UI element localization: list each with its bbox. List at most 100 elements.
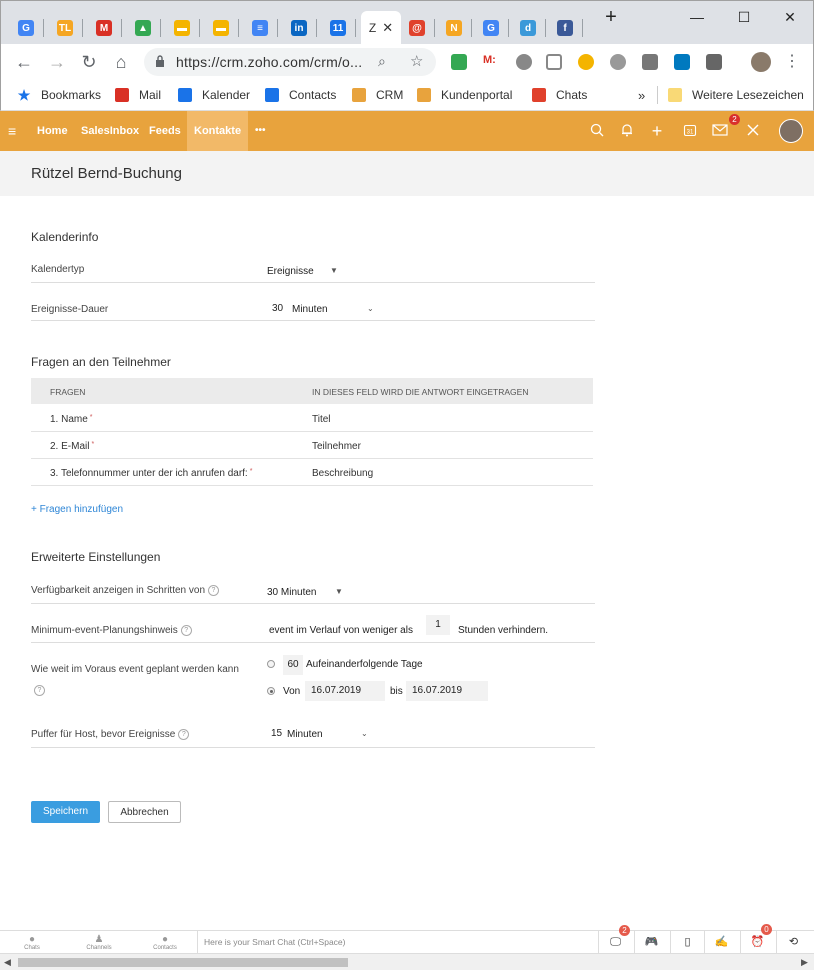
col-antwort: IN DIESES FELD WIRD DIE ANTWORT EINGETRA… [312, 387, 529, 397]
nav-home[interactable]: Home [37, 111, 68, 151]
help-icon[interactable]: ? [178, 729, 190, 740]
browser-tab[interactable]: M [86, 11, 122, 45]
bookmark-kundenportal[interactable]: Kundenportal [417, 86, 512, 104]
maximize-icon[interactable]: ☐ [734, 7, 754, 27]
planung-hours-input[interactable]: 1 [426, 615, 450, 635]
chats-tab[interactable]: ● Chats [17, 934, 47, 951]
hamburger-menu-icon[interactable]: ≡ [8, 111, 16, 151]
browser-tab[interactable]: @ [399, 11, 435, 45]
horizontal-scrollbar[interactable]: ◀ ▶ [0, 953, 814, 970]
home-icon[interactable]: ⌂ [109, 50, 133, 74]
dauer-input[interactable]: 30 [272, 303, 283, 314]
google-drive-ext-icon[interactable] [451, 54, 467, 70]
browser-tab[interactable]: G [8, 11, 44, 45]
nav-feeds[interactable]: Feeds [149, 111, 181, 151]
help-icon[interactable]: ? [208, 585, 219, 596]
add-plus-icon[interactable]: + [649, 122, 665, 140]
m-ext-icon[interactable]: M: [483, 54, 499, 70]
dauer-unit-select[interactable]: Minuten ⌄ [290, 300, 380, 318]
table-row[interactable]: 3. Telefonnummer unter der ich anrufen d… [31, 459, 593, 486]
note-icon[interactable]: ▯ [670, 931, 704, 954]
handshake-icon[interactable]: ✍ [704, 931, 738, 954]
browser-tab[interactable]: N [436, 11, 472, 45]
browser-tab[interactable]: in [281, 11, 317, 45]
minimize-icon[interactable]: — [687, 7, 707, 27]
skype-ext-icon[interactable] [610, 54, 626, 70]
puffer-unit-select[interactable]: Minuten ⌄ [285, 725, 375, 743]
browser-tab[interactable]: TL [47, 11, 83, 45]
table-row[interactable]: 2. E-Mail * Teilnehmer [31, 432, 593, 459]
address-bar[interactable]: https://crm.zoho.com/crm/o... ⌕ ☆ [144, 48, 436, 76]
puffer-input[interactable]: 15 [271, 728, 282, 739]
kalendertyp-select[interactable]: Ereignisse ▼ [265, 262, 345, 280]
help-icon[interactable]: ? [180, 625, 192, 636]
trello-ext-icon[interactable] [674, 54, 690, 70]
bell-icon[interactable] [619, 123, 635, 139]
contacts-tab[interactable]: ● Contacts [150, 934, 180, 951]
browser-tab[interactable]: ▬ [203, 11, 239, 45]
more-bookmarks-chevron-icon[interactable]: » [638, 86, 645, 104]
schritte-select[interactable]: 30 Minuten ▼ [265, 583, 355, 601]
bookmark-chats[interactable]: Chats [532, 86, 587, 104]
handshake-icon [352, 88, 366, 102]
save-button[interactable]: Speichern [31, 801, 100, 823]
bis-date-input[interactable]: 16.07.2019 [406, 681, 488, 701]
scroll-right-arrow-icon[interactable]: ▶ [801, 957, 808, 968]
bookmark-star-icon[interactable]: ☆ [410, 52, 423, 70]
close-tab-icon[interactable]: ✕ [382, 20, 393, 36]
chrome-ext-icon[interactable] [578, 54, 594, 70]
bookmark-bookmarks[interactable]: ★ Bookmarks [17, 86, 101, 104]
von-date-input[interactable]: 16.07.2019 [305, 681, 385, 701]
browser-tab[interactable]: d [510, 11, 546, 45]
divider [31, 747, 595, 748]
layout-ext-icon[interactable] [546, 54, 562, 70]
help-icon[interactable]: ? [34, 685, 45, 697]
search-icon[interactable] [589, 123, 605, 139]
nav-salesinbox[interactable]: SalesInbox [81, 111, 139, 151]
back-arrow-icon[interactable]: ← [12, 50, 36, 74]
bookmark-mail[interactable]: Mail [115, 86, 161, 104]
smart-chat-input[interactable]: Here is your Smart Chat (Ctrl+Space) [197, 931, 597, 953]
calendar-icon[interactable]: 31 [682, 123, 698, 139]
history-icon[interactable]: ⟲ [776, 931, 810, 954]
bookmark-kalender[interactable]: Kalender [178, 86, 250, 104]
browser-tab[interactable]: ▬ [164, 11, 200, 45]
gamepad-icon[interactable]: 🎮 [634, 931, 668, 954]
profile-avatar[interactable] [751, 52, 771, 72]
browser-tab[interactable]: G [473, 11, 509, 45]
tab-active[interactable]: Z ✕ [361, 11, 401, 45]
chevron-down-icon: ⌄ [361, 729, 368, 738]
browser-tab[interactable]: 11 [320, 11, 356, 45]
menu-dots-icon[interactable]: ⋮ [780, 50, 804, 74]
user-avatar[interactable] [779, 119, 803, 143]
radio-date-range[interactable] [267, 687, 275, 695]
drive-ext-icon[interactable] [642, 54, 658, 70]
google-icon: G [483, 20, 499, 36]
channels-tab[interactable]: ♟ Channels [84, 934, 114, 951]
bag-ext-icon[interactable] [706, 54, 722, 70]
other-bookmarks[interactable]: Weitere Lesezeichen [668, 86, 804, 104]
browser-tab[interactable]: ▲ [125, 11, 161, 45]
nav-more-icon[interactable]: ••• [255, 111, 266, 151]
browser-tab[interactable]: f [547, 11, 583, 45]
mail-icon[interactable] [712, 123, 728, 139]
circle-ext-icon[interactable] [516, 54, 532, 70]
google-slides-icon: ▬ [174, 20, 190, 36]
bookmark-contacts[interactable]: Contacts [265, 86, 336, 104]
scroll-left-arrow-icon[interactable]: ◀ [4, 957, 11, 968]
zoom-search-icon[interactable]: ⌕ [378, 53, 386, 70]
close-window-icon[interactable]: ✕ [780, 7, 800, 27]
tools-icon[interactable] [745, 123, 761, 139]
add-question-link[interactable]: + Fragen hinzufügen [31, 504, 123, 515]
forward-arrow-icon[interactable]: → [45, 50, 69, 74]
nav-kontakte[interactable]: Kontakte [187, 111, 249, 151]
reload-icon[interactable]: ↻ [77, 50, 101, 74]
radio-days[interactable] [267, 660, 275, 668]
scrollbar-thumb[interactable] [18, 958, 348, 967]
cancel-button[interactable]: Abbrechen [108, 801, 181, 823]
bookmark-crm[interactable]: CRM [352, 86, 403, 104]
browser-tab[interactable]: ≡ [242, 11, 278, 45]
voraus-days-input[interactable]: 60 [283, 655, 303, 675]
new-tab-plus-icon[interactable]: + [601, 7, 621, 27]
table-row[interactable]: 1. Name * Titel [31, 405, 593, 432]
